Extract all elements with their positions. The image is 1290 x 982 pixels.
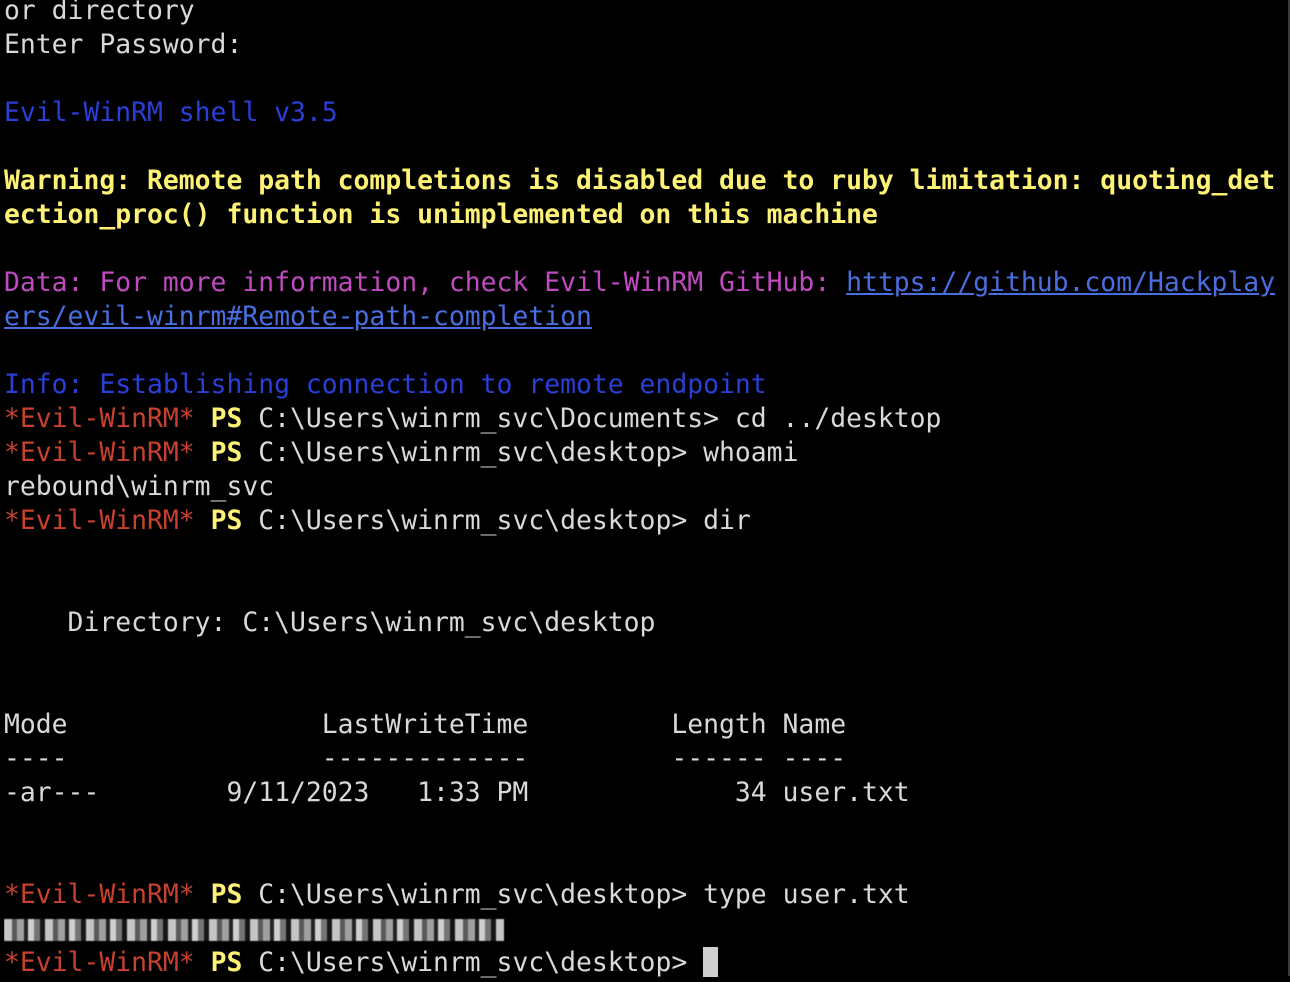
table-row: -ar--- 9/11/2023 1:33 PM 34 user.txt: [4, 777, 910, 808]
prompt-ps: PS: [210, 879, 243, 910]
whoami-output: rebound\winrm_svc: [4, 471, 275, 502]
prompt-name: *Evil-WinRM*: [4, 403, 195, 434]
shell-banner: Evil-WinRM shell v3.5: [4, 97, 338, 128]
prompt-line: *Evil-WinRM* PS C:\Users\winrm_svc\Docum…: [4, 402, 1288, 436]
prompt-path: C:\Users\winrm_svc\desktop>: [242, 437, 704, 468]
prompt-path: C:\Users\winrm_svc\Documents>: [242, 403, 735, 434]
prompt-name: *Evil-WinRM*: [4, 879, 195, 910]
output-line: or directory: [4, 0, 195, 26]
prompt-name: *Evil-WinRM*: [4, 505, 195, 536]
command-text: type user.txt: [703, 879, 910, 910]
github-link-continued[interactable]: ers/evil-winrm#Remote-path-completion: [4, 301, 592, 332]
warning-line-continued: ection_proc() function is unimplemented …: [4, 199, 878, 230]
table-rule: ---- ------------- ------ ----: [4, 743, 847, 774]
command-text: dir: [703, 505, 751, 536]
prompt-ps: PS: [210, 947, 243, 978]
directory-header: Directory: C:\Users\winrm_svc\desktop: [4, 607, 656, 638]
prompt-ps: PS: [210, 403, 243, 434]
prompt-path: C:\Users\winrm_svc\desktop>: [242, 879, 704, 910]
data-text: Data: For more information, check Evil-W…: [4, 267, 847, 298]
prompt-line: *Evil-WinRM* PS C:\Users\winrm_svc\deskt…: [4, 878, 1288, 912]
redacted-flag: [4, 918, 504, 941]
prompt-line: *Evil-WinRM* PS C:\Users\winrm_svc\deskt…: [4, 504, 1288, 538]
prompt-path: C:\Users\winrm_svc\desktop>: [242, 505, 704, 536]
warning-line: Warning: Remote path completions is disa…: [4, 165, 1276, 196]
prompt-ps: PS: [210, 437, 243, 468]
text-cursor: [703, 947, 719, 977]
redacted-flag-line: [4, 912, 1288, 946]
prompt-ps: PS: [210, 505, 243, 536]
terminal-window[interactable]: or directory Enter Password: Evil-WinRM …: [0, 0, 1290, 978]
prompt-line: *Evil-WinRM* PS C:\Users\winrm_svc\deskt…: [4, 436, 1288, 470]
password-prompt: Enter Password:: [4, 29, 243, 60]
data-line-continued: ers/evil-winrm#Remote-path-completion: [4, 300, 1288, 334]
command-text: whoami: [703, 437, 799, 468]
info-line: Info: Establishing connection to remote …: [4, 369, 767, 400]
prompt-name: *Evil-WinRM*: [4, 437, 195, 468]
prompt-name: *Evil-WinRM*: [4, 947, 195, 978]
data-line: Data: For more information, check Evil-W…: [4, 266, 1288, 300]
table-header: Mode LastWriteTime Length Name: [4, 709, 847, 740]
prompt-path: C:\Users\winrm_svc\desktop>: [242, 947, 704, 978]
command-text: cd ../desktop: [734, 403, 942, 434]
active-prompt-line[interactable]: *Evil-WinRM* PS C:\Users\winrm_svc\deskt…: [4, 946, 1288, 980]
github-link[interactable]: https://github.com/Hackplay: [846, 267, 1275, 298]
